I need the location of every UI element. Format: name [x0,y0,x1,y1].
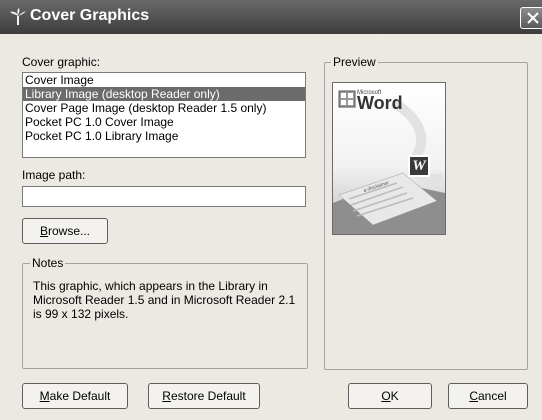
cancel-label: ancel [477,389,507,403]
list-item-cover-image[interactable]: Cover Image [23,73,305,87]
image-path-label: Image path: [22,168,86,182]
restore-default-button[interactable]: Restore Default [148,383,260,409]
list-item-cover-page-image[interactable]: Cover Page Image (desktop Reader 1.5 onl… [23,101,305,115]
brand-large: Word [357,93,403,113]
browse-label: rowse... [48,224,91,238]
cover-graphic-list[interactable]: Cover Image Library Image (desktop Reade… [22,72,306,158]
list-item-pocket-pc-library-image[interactable]: Pocket PC 1.0 Library Image [23,129,305,143]
window-title: Cover Graphics [30,7,150,24]
browse-mnemonic: B [39,224,48,238]
ok-label: K [390,389,399,403]
make-default-button[interactable]: Make Default [22,383,128,409]
restore-default-label: estore Default [170,389,246,403]
preview-legend: Preview [331,55,378,69]
cover-graphic-label: Cover graphic: [22,55,101,69]
ok-button[interactable]: OK [348,383,432,409]
preview-image: Microsoft Word W a disclaimer [332,82,446,235]
ok-mnemonic: O [381,389,391,403]
notes-text: This graphic, which appears in the Libra… [33,279,296,321]
office-logo-icon [338,90,356,108]
word-badge-icon: W [408,155,430,177]
restore-default-mnemonic: R [162,389,171,403]
close-icon [527,12,539,24]
cancel-mnemonic: C [469,389,478,403]
image-path-input[interactable] [22,186,306,207]
make-default-mnemonic: M [39,389,50,403]
browse-button[interactable]: Browse... [22,218,108,244]
title-bar: Cover Graphics [0,0,542,34]
cancel-button[interactable]: Cancel [448,383,528,409]
notes-legend: Notes [30,256,66,270]
reader-app-icon [10,8,26,25]
close-button[interactable] [520,7,542,29]
list-item-pocket-pc-cover-image[interactable]: Pocket PC 1.0 Cover Image [23,115,305,129]
list-item-library-image[interactable]: Library Image (desktop Reader only) [23,87,305,101]
make-default-label: ake Default [49,389,111,403]
